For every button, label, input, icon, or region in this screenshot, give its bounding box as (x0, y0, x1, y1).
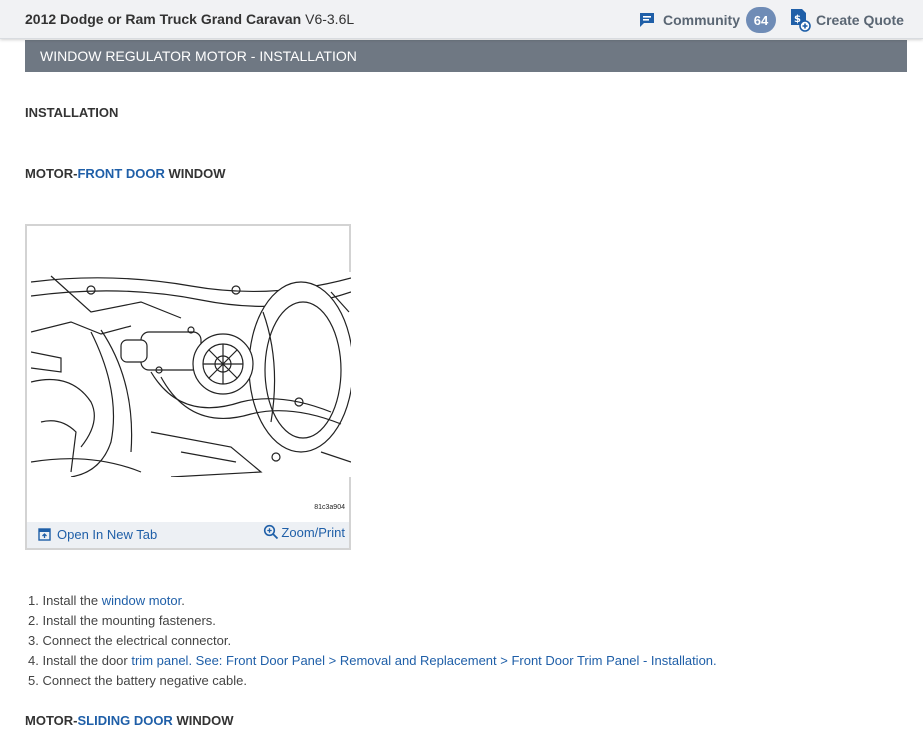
step-number: 2. (28, 613, 39, 628)
figure-footer: Open In New Tab Zoom/Print (27, 522, 349, 548)
sliding-heading-suffix: WINDOW (172, 713, 234, 728)
open-tab-icon (38, 528, 51, 541)
window-motor-link[interactable]: window motor (102, 593, 181, 608)
section-title-bar: WINDOW REGULATOR MOTOR - INSTALLATION (25, 40, 907, 72)
front-heading-suffix: WINDOW (164, 166, 226, 181)
community-count-badge: 64 (746, 7, 776, 33)
front-door-link[interactable]: FRONT DOOR (77, 166, 164, 181)
step-item: 2. Install the mounting fasteners. (28, 611, 717, 631)
zoom-print-label: Zoom/Print (281, 524, 345, 540)
trim-panel-link[interactable]: trim panel (131, 653, 188, 668)
community-button[interactable]: Community 64 (638, 6, 776, 34)
step-number: 4. (28, 653, 39, 668)
step-text: Connect the electrical connector. (42, 633, 232, 648)
step-item: 3. Connect the electrical connector. (28, 631, 717, 651)
step-text: Connect the battery negative cable. (42, 673, 247, 688)
step-number: 3. (28, 633, 39, 648)
vehicle-engine: V6-3.6L (305, 11, 355, 27)
window-motor-diagram[interactable] (31, 272, 351, 477)
open-new-tab-label: Open In New Tab (57, 527, 158, 542)
step-number: 5. (28, 673, 39, 688)
community-label: Community (663, 12, 740, 28)
step-item: 4. Install the door trim panel. See: Fro… (28, 651, 717, 671)
step-item: 1. Install the window motor. (28, 591, 717, 611)
step-text-mid: . (188, 653, 196, 668)
step-text: Install the mounting fasteners. (42, 613, 216, 628)
sliding-heading-prefix: MOTOR- (25, 713, 78, 728)
step-text: Install the door (42, 653, 132, 668)
vehicle-title: 2012 Dodge or Ram Truck Grand Caravan V6… (25, 11, 354, 27)
step-text: Install the (42, 593, 102, 608)
front-door-heading: MOTOR-FRONT DOOR WINDOW (25, 166, 226, 181)
step-item: 5. Connect the battery negative cable. (28, 671, 717, 691)
zoom-print-button[interactable]: Zoom/Print (263, 524, 345, 540)
vehicle-name: 2012 Dodge or Ram Truck Grand Caravan (25, 11, 302, 27)
step-text-end: . (181, 593, 185, 608)
top-bar: 2012 Dodge or Ram Truck Grand Caravan V6… (0, 0, 923, 39)
zoom-icon (264, 524, 279, 540)
create-quote-label: Create Quote (816, 12, 904, 28)
chat-icon (640, 13, 654, 27)
open-new-tab-button[interactable]: Open In New Tab (38, 527, 157, 542)
step-text-end: . (713, 653, 717, 668)
front-heading-prefix: MOTOR- (25, 166, 78, 181)
sliding-door-heading: MOTOR-SLIDING DOOR WINDOW (25, 713, 233, 728)
sliding-door-link[interactable]: SLIDING DOOR (77, 713, 172, 728)
installation-steps: 1. Install the window motor. 2. Install … (28, 591, 717, 691)
step-number: 1. (28, 593, 39, 608)
create-quote-button[interactable]: $ Create Quote (789, 6, 904, 34)
figure-id: 81c3a904 (314, 504, 345, 511)
quote-icon: $ (791, 9, 811, 32)
diagram-figure: 81c3a904 Open In New Tab Zoom/Print (25, 224, 351, 550)
front-door-trim-panel-link[interactable]: See: Front Door Panel > Removal and Repl… (196, 653, 713, 668)
installation-heading: INSTALLATION (25, 105, 119, 120)
